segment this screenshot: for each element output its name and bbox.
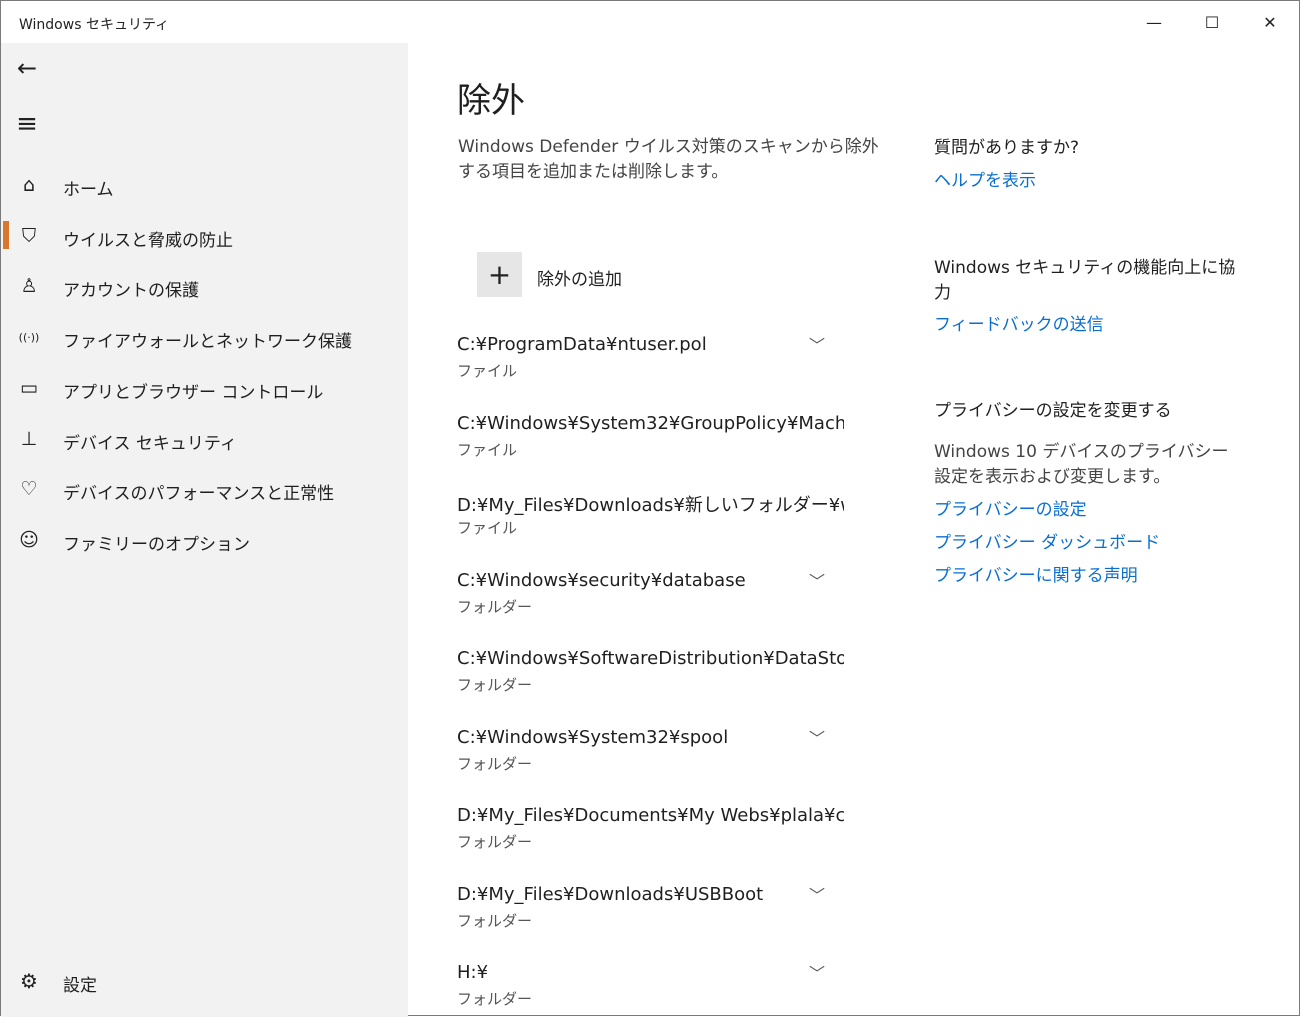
laptop-icon: ⊥ [20,427,38,450]
sidebar-item-label: デバイスのパフォーマンスと正常性 [63,484,335,505]
privacy-heading: プライバシーの設定を変更する [934,401,1172,421]
sidebar-item-label: デバイス セキュリティ [63,433,237,454]
page-title: 除外 [457,81,525,121]
sidebar-item-label: ホーム [63,180,114,200]
exclusion-path: H:¥ [457,962,489,983]
exclusion-path: D:¥My_Files¥Downloads¥USBBoot [457,883,764,905]
sidebar: ← ≡ ⌂ ホーム ⛉ ウイルスと脅威の防止 ♙ アカウントの保護 ((·)) ファイアウォー… [1,43,408,1017]
selected-indicator [3,220,9,249]
sidebar-item-7[interactable]: ♡ デバイスのパフォーマンスと正常性 [1,466,408,512]
exclusion-item[interactable]: C:¥Windows¥System32¥GroupPolicy¥Machine フ… [457,413,847,473]
person-icon: ♙ [20,275,38,298]
exclusion-item[interactable]: C:¥Windows¥security¥database フォルダー ﹀ [457,570,847,630]
browser-icon: ▭ [20,376,38,399]
exclusion-type: フォルダー [457,833,533,851]
sidebar-item-8[interactable]: ☺ ファミリーのオプション [1,517,408,563]
improve-heading: Windows セキュリティの機能向上に協力 [934,258,1236,303]
exclusion-item[interactable]: D:¥My_Files¥Downloads¥新しいフォルダー¥wizard ファイ… [457,491,847,551]
sidebar-item-label: 設定 [63,976,97,996]
sidebar-item-2[interactable]: ⛉ ウイルスと脅威の防止 [1,213,408,259]
exclusion-path: D:¥My_Files¥Documents¥My Webs¥plala¥cgi¥ [457,805,844,826]
exclusion-item[interactable]: C:¥Windows¥SoftwareDistribution¥DataStor… [457,648,847,708]
exclusion-path: C:¥Windows¥SoftwareDistribution¥DataStor… [457,648,844,669]
add-exclusion-button[interactable]: + [477,252,522,297]
sidebar-item-label: ウイルスと脅威の防止 [63,230,233,251]
exclusion-path: C:¥Windows¥System32¥GroupPolicy¥Machine [457,412,844,434]
back-arrow-icon[interactable]: ← [15,54,39,82]
privacy-settings-link[interactable]: プライバシーの設定 [934,498,1244,523]
maximize-button[interactable]: ☐ [1183,1,1241,43]
window-title: Windows セキュリティ [19,17,170,33]
chevron-down-icon[interactable]: ﹀ [809,725,825,749]
privacy-dashboard-link[interactable]: プライバシー ダッシュボード [934,531,1244,556]
sidebar-item-6[interactable]: ⊥ デバイス セキュリティ [1,416,408,462]
shield-icon: ⛉ [21,224,37,247]
exclusion-item[interactable]: H:¥ フォルダー ﹀ [457,962,847,1022]
exclusion-type: フォルダー [457,911,533,930]
sidebar-item-label: ファミリーのオプション [63,534,250,555]
heart-icon: ♡ [20,478,38,501]
antenna-icon: ((·)) [18,330,40,344]
gear-icon: ⚙ [20,969,38,993]
chevron-down-icon[interactable]: ﹀ [809,882,825,906]
sidebar-item-3[interactable]: ♙ アカウントの保護 [1,263,408,309]
exclusion-type: ファイル [457,519,518,537]
hamburger-menu-icon[interactable]: ≡ [15,109,39,139]
exclusion-type: フォルダー [457,754,533,773]
sidebar-item-label: アプリとブラウザー コントロール [63,382,324,403]
exclusion-item[interactable]: D:¥My_Files¥Downloads¥USBBoot フォルダー ﹀ [457,884,847,944]
exclusion-item[interactable]: D:¥My_Files¥Documents¥My Webs¥plala¥cgi¥… [457,805,847,865]
feedback-link[interactable]: フィードバックの送信 [934,313,1244,338]
sidebar-item-5[interactable]: ▭ アプリとブラウザー コントロール [1,365,408,411]
help-link[interactable]: ヘルプを表示 [934,169,1244,194]
sidebar-item-label: ファイアウォールとネットワーク保護 [63,332,352,353]
exclusion-path: D:¥My_Files¥Downloads¥新しいフォルダー¥wizard [457,495,844,516]
family-icon: ☺ [19,528,39,551]
exclusion-path: C:¥Windows¥security¥database [457,569,746,591]
chevron-down-icon[interactable]: ﹀ [809,332,825,356]
page-description: Windows Defender ウイルス対策のスキャンから除外する項目を追加ま… [458,137,879,182]
sidebar-item-settings[interactable]: ⚙ 設定 [1,958,408,1004]
chevron-down-icon[interactable]: ﹀ [809,960,825,984]
close-button[interactable]: ✕ [1241,1,1299,43]
exclusion-path: C:¥Windows¥System32¥spool [457,726,729,748]
exclusion-type: ファイル [457,440,518,459]
privacy-statement-link[interactable]: プライバシーに関する声明 [934,564,1244,589]
minimize-button[interactable]: — [1125,1,1183,43]
sidebar-item-4[interactable]: ((·)) ファイアウォールとネットワーク保護 [1,314,408,360]
privacy-description: Windows 10 デバイスのプライバシー設定を表示および変更します。 [934,442,1229,487]
sidebar-item-1[interactable]: ⌂ ホーム [1,162,408,208]
exclusion-type: フォルダー [457,676,533,694]
exclusion-item[interactable]: C:¥Windows¥System32¥spool フォルダー ﹀ [457,727,847,787]
exclusion-item[interactable]: C:¥ProgramData¥ntuser.pol ファイル ﹀ [457,334,847,394]
home-icon: ⌂ [22,174,36,196]
question-heading: 質問がありますか? [934,138,1080,158]
exclusion-path: C:¥ProgramData¥ntuser.pol [457,334,707,355]
add-exclusion-label[interactable]: 除外の追加 [537,265,622,290]
exclusion-type: ファイル [457,362,518,380]
exclusion-type: フォルダー [457,990,533,1008]
sidebar-item-label: アカウントの保護 [63,281,199,302]
chevron-down-icon[interactable]: ﹀ [809,568,825,592]
exclusion-type: フォルダー [457,597,533,616]
title-bar: Windows セキュリティ — ☐ ✕ [1,1,1299,43]
